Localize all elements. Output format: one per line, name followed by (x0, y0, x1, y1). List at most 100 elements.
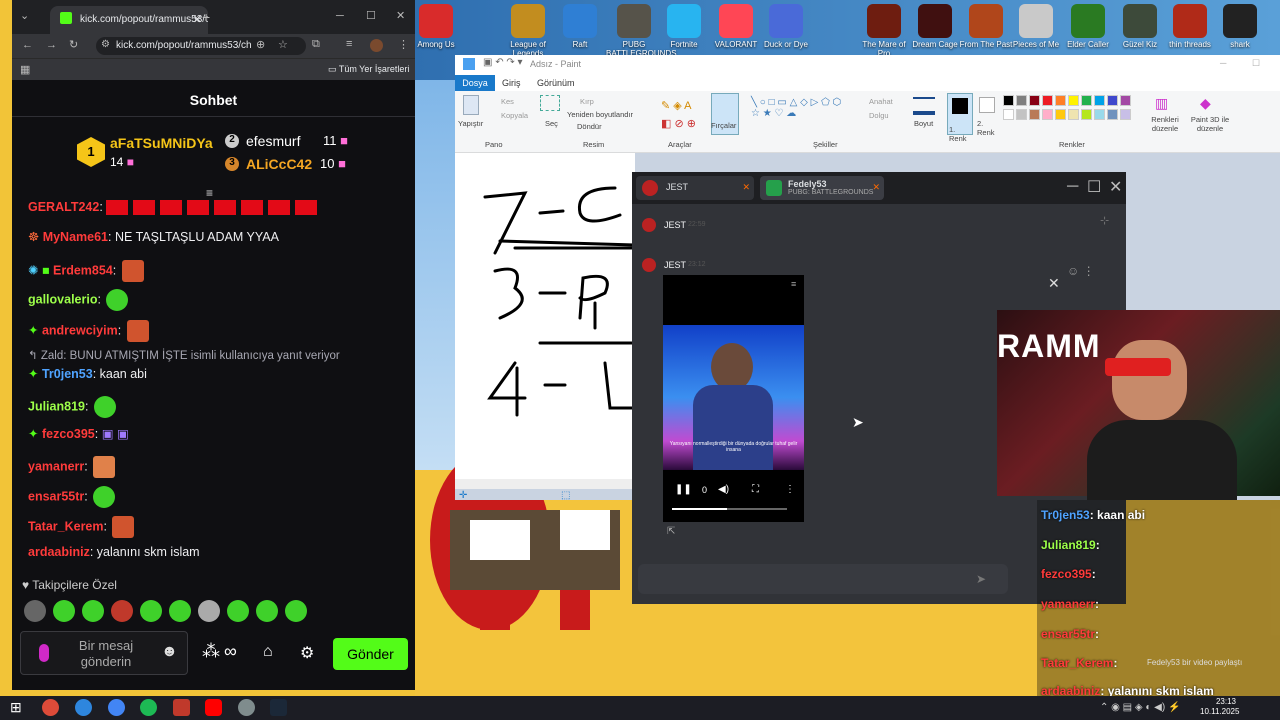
emote[interactable] (111, 600, 133, 622)
all-bookmarks[interactable]: ▭ Tüm Yer İşaretleri (328, 64, 409, 75)
desktop-icon[interactable]: Dream Cage (907, 4, 963, 49)
username[interactable]: fezco395 (42, 427, 95, 441)
palette-swatch[interactable] (1094, 95, 1105, 106)
username[interactable]: gallovalerio (28, 292, 97, 306)
browser-icon[interactable] (75, 699, 92, 716)
desktop-icon[interactable]: League of Legends (500, 4, 556, 58)
horizontal-scrollbar[interactable] (455, 479, 635, 489)
username[interactable]: JEST (664, 260, 686, 270)
palette-swatch[interactable] (1055, 95, 1066, 106)
maximize-icon[interactable]: ☐ (366, 9, 376, 22)
username[interactable]: Julian819 (28, 399, 85, 413)
emote[interactable] (169, 600, 191, 622)
shapes-gallery[interactable]: ╲ ○ □ ▭ △ ◇ ▷ ⬠ ⬡ ☆ ★ ♡ ☁ (751, 97, 847, 129)
paste-icon[interactable] (463, 95, 479, 115)
address-bar[interactable]: ⚙ kick.com/popout/rammus53/ch (96, 37, 306, 55)
username[interactable]: yamanerr (28, 459, 84, 473)
desktop-icon[interactable]: The Mare of Pro (856, 4, 912, 58)
system-tray-icons[interactable]: ⌃ ◉ ▤ ◈ ◐ ◀) ⚡ (1100, 702, 1180, 713)
bookmark-star-icon[interactable]: ☆ (278, 38, 288, 51)
palette-swatch[interactable] (1029, 95, 1040, 106)
palette-swatch[interactable] (1081, 95, 1092, 106)
copy-button[interactable]: Kopyala (501, 111, 528, 120)
rotate-button[interactable]: Döndür (577, 122, 602, 131)
voicemod-icon[interactable] (173, 699, 190, 716)
palette-swatch[interactable] (1068, 109, 1079, 120)
desktop-icon[interactable]: Fortnite (656, 4, 712, 49)
username[interactable]: ensar55tr (28, 489, 84, 503)
palette-swatch[interactable] (1068, 95, 1079, 106)
username[interactable]: MyName61 (43, 230, 108, 244)
palette-swatch[interactable] (1003, 95, 1014, 106)
emoji-reaction-icon[interactable]: ☺ ⋮ (1067, 264, 1095, 278)
desktop-icon[interactable]: Pieces of Me (1008, 4, 1064, 49)
video-menu-icon[interactable]: ≡ (791, 279, 796, 289)
clock-date[interactable]: 10.11.2025 (1200, 707, 1244, 716)
tab-home[interactable]: Giriş (502, 78, 521, 88)
desktop-icon[interactable]: VALORANT (708, 4, 764, 49)
desktop-icon[interactable]: PUBG BATTLEGROUNDS (606, 4, 677, 58)
leader-3-name[interactable]: ALiCcC42 (246, 156, 312, 172)
brushes-label[interactable]: Fırçalar (711, 121, 736, 130)
palette-swatch[interactable] (1081, 109, 1092, 120)
volume-icon[interactable]: ◀) (718, 484, 729, 495)
palette-swatch[interactable] (1107, 95, 1118, 106)
send-icon[interactable]: ➤ (976, 572, 986, 586)
minimize-icon[interactable]: ─ (336, 10, 344, 22)
pause-icon[interactable]: ❚❚ (675, 484, 692, 495)
tools-icons[interactable]: ✎ ◈ A (661, 99, 692, 112)
desktop-icon[interactable]: Among Us (408, 4, 464, 49)
store-icon[interactable]: ⌂ (263, 643, 273, 661)
username[interactable]: andrewciyim (42, 323, 118, 337)
infinity-icon[interactable]: ∞ (224, 641, 237, 662)
zoom-icon[interactable]: ⊕ (256, 38, 265, 51)
palette-swatch[interactable] (1042, 95, 1053, 106)
add-reaction-icon[interactable]: ⊹ (1100, 214, 1109, 227)
close-window-icon[interactable]: ✕ (396, 9, 405, 22)
emote[interactable] (256, 600, 278, 622)
username[interactable]: JEST (664, 220, 686, 230)
start-icon[interactable]: ⊞ (10, 699, 22, 716)
apps-icon[interactable]: ▦ (20, 63, 30, 76)
chrome-icon[interactable] (42, 699, 59, 716)
resize-button[interactable]: Yeniden boyutlandır (567, 110, 633, 119)
edit-colors-icon[interactable]: ▥ (1155, 95, 1168, 112)
desktop-icon[interactable]: Güzel Kiz (1112, 4, 1168, 49)
site-info-icon[interactable]: ⚙ (101, 39, 110, 50)
browser-tab[interactable]: kick.com/popout/rammus53/ch ✕ (50, 6, 208, 34)
leader-2-name[interactable]: efesmurf (246, 133, 300, 149)
paint-minimize-icon[interactable]: ─ (1220, 58, 1226, 68)
size-icon[interactable] (913, 97, 935, 115)
emoji-icon[interactable]: ☻ (161, 643, 178, 661)
username[interactable]: ardaabiniz (28, 545, 90, 559)
emote[interactable] (53, 600, 75, 622)
emote[interactable] (285, 600, 307, 622)
eraser-icons[interactable]: ◧ ⊘ ⊕ (661, 117, 696, 130)
dm-tab-jest[interactable]: JEST ✕ (636, 176, 754, 200)
chrome-alt-icon[interactable] (108, 699, 125, 716)
extensions-icon[interactable]: ⧉ (312, 38, 320, 51)
paint3d-label[interactable]: Paint 3D ile düzenle (1188, 115, 1232, 133)
dm-tab-fedely[interactable]: Fedely53 PUBG: BATTLEGROUNDS ✕ (760, 176, 884, 200)
emote[interactable] (82, 600, 104, 622)
collapse-icon[interactable]: ≡ (206, 186, 213, 200)
palette-swatch[interactable] (1055, 109, 1066, 120)
open-external-icon[interactable]: ⇱ (667, 526, 675, 537)
edit-colors-label[interactable]: Renkleri düzenle (1150, 115, 1180, 133)
drawing-canvas[interactable] (455, 153, 635, 483)
video-progress[interactable] (672, 508, 787, 510)
palette-swatch[interactable] (1120, 109, 1131, 120)
new-tab-icon[interactable]: + (202, 9, 210, 25)
desktop-icon[interactable]: Elder Caller (1060, 4, 1116, 49)
discord-message-input[interactable] (638, 564, 1008, 594)
palette-swatch[interactable] (1016, 95, 1027, 106)
clock-time[interactable]: 23:13 (1204, 697, 1236, 706)
fullscreen-icon[interactable]: ⛶ (752, 484, 759, 495)
desktop-icon[interactable]: thin threads (1162, 4, 1218, 49)
color2-swatch[interactable] (979, 97, 995, 113)
palette-swatch[interactable] (1120, 95, 1131, 106)
paint-maximize-icon[interactable]: ☐ (1252, 58, 1260, 69)
message-input[interactable]: Bir mesaj gönderin ☻ (20, 631, 188, 675)
palette-swatch[interactable] (1003, 109, 1014, 120)
crop-button[interactable]: Kırp (580, 97, 594, 106)
